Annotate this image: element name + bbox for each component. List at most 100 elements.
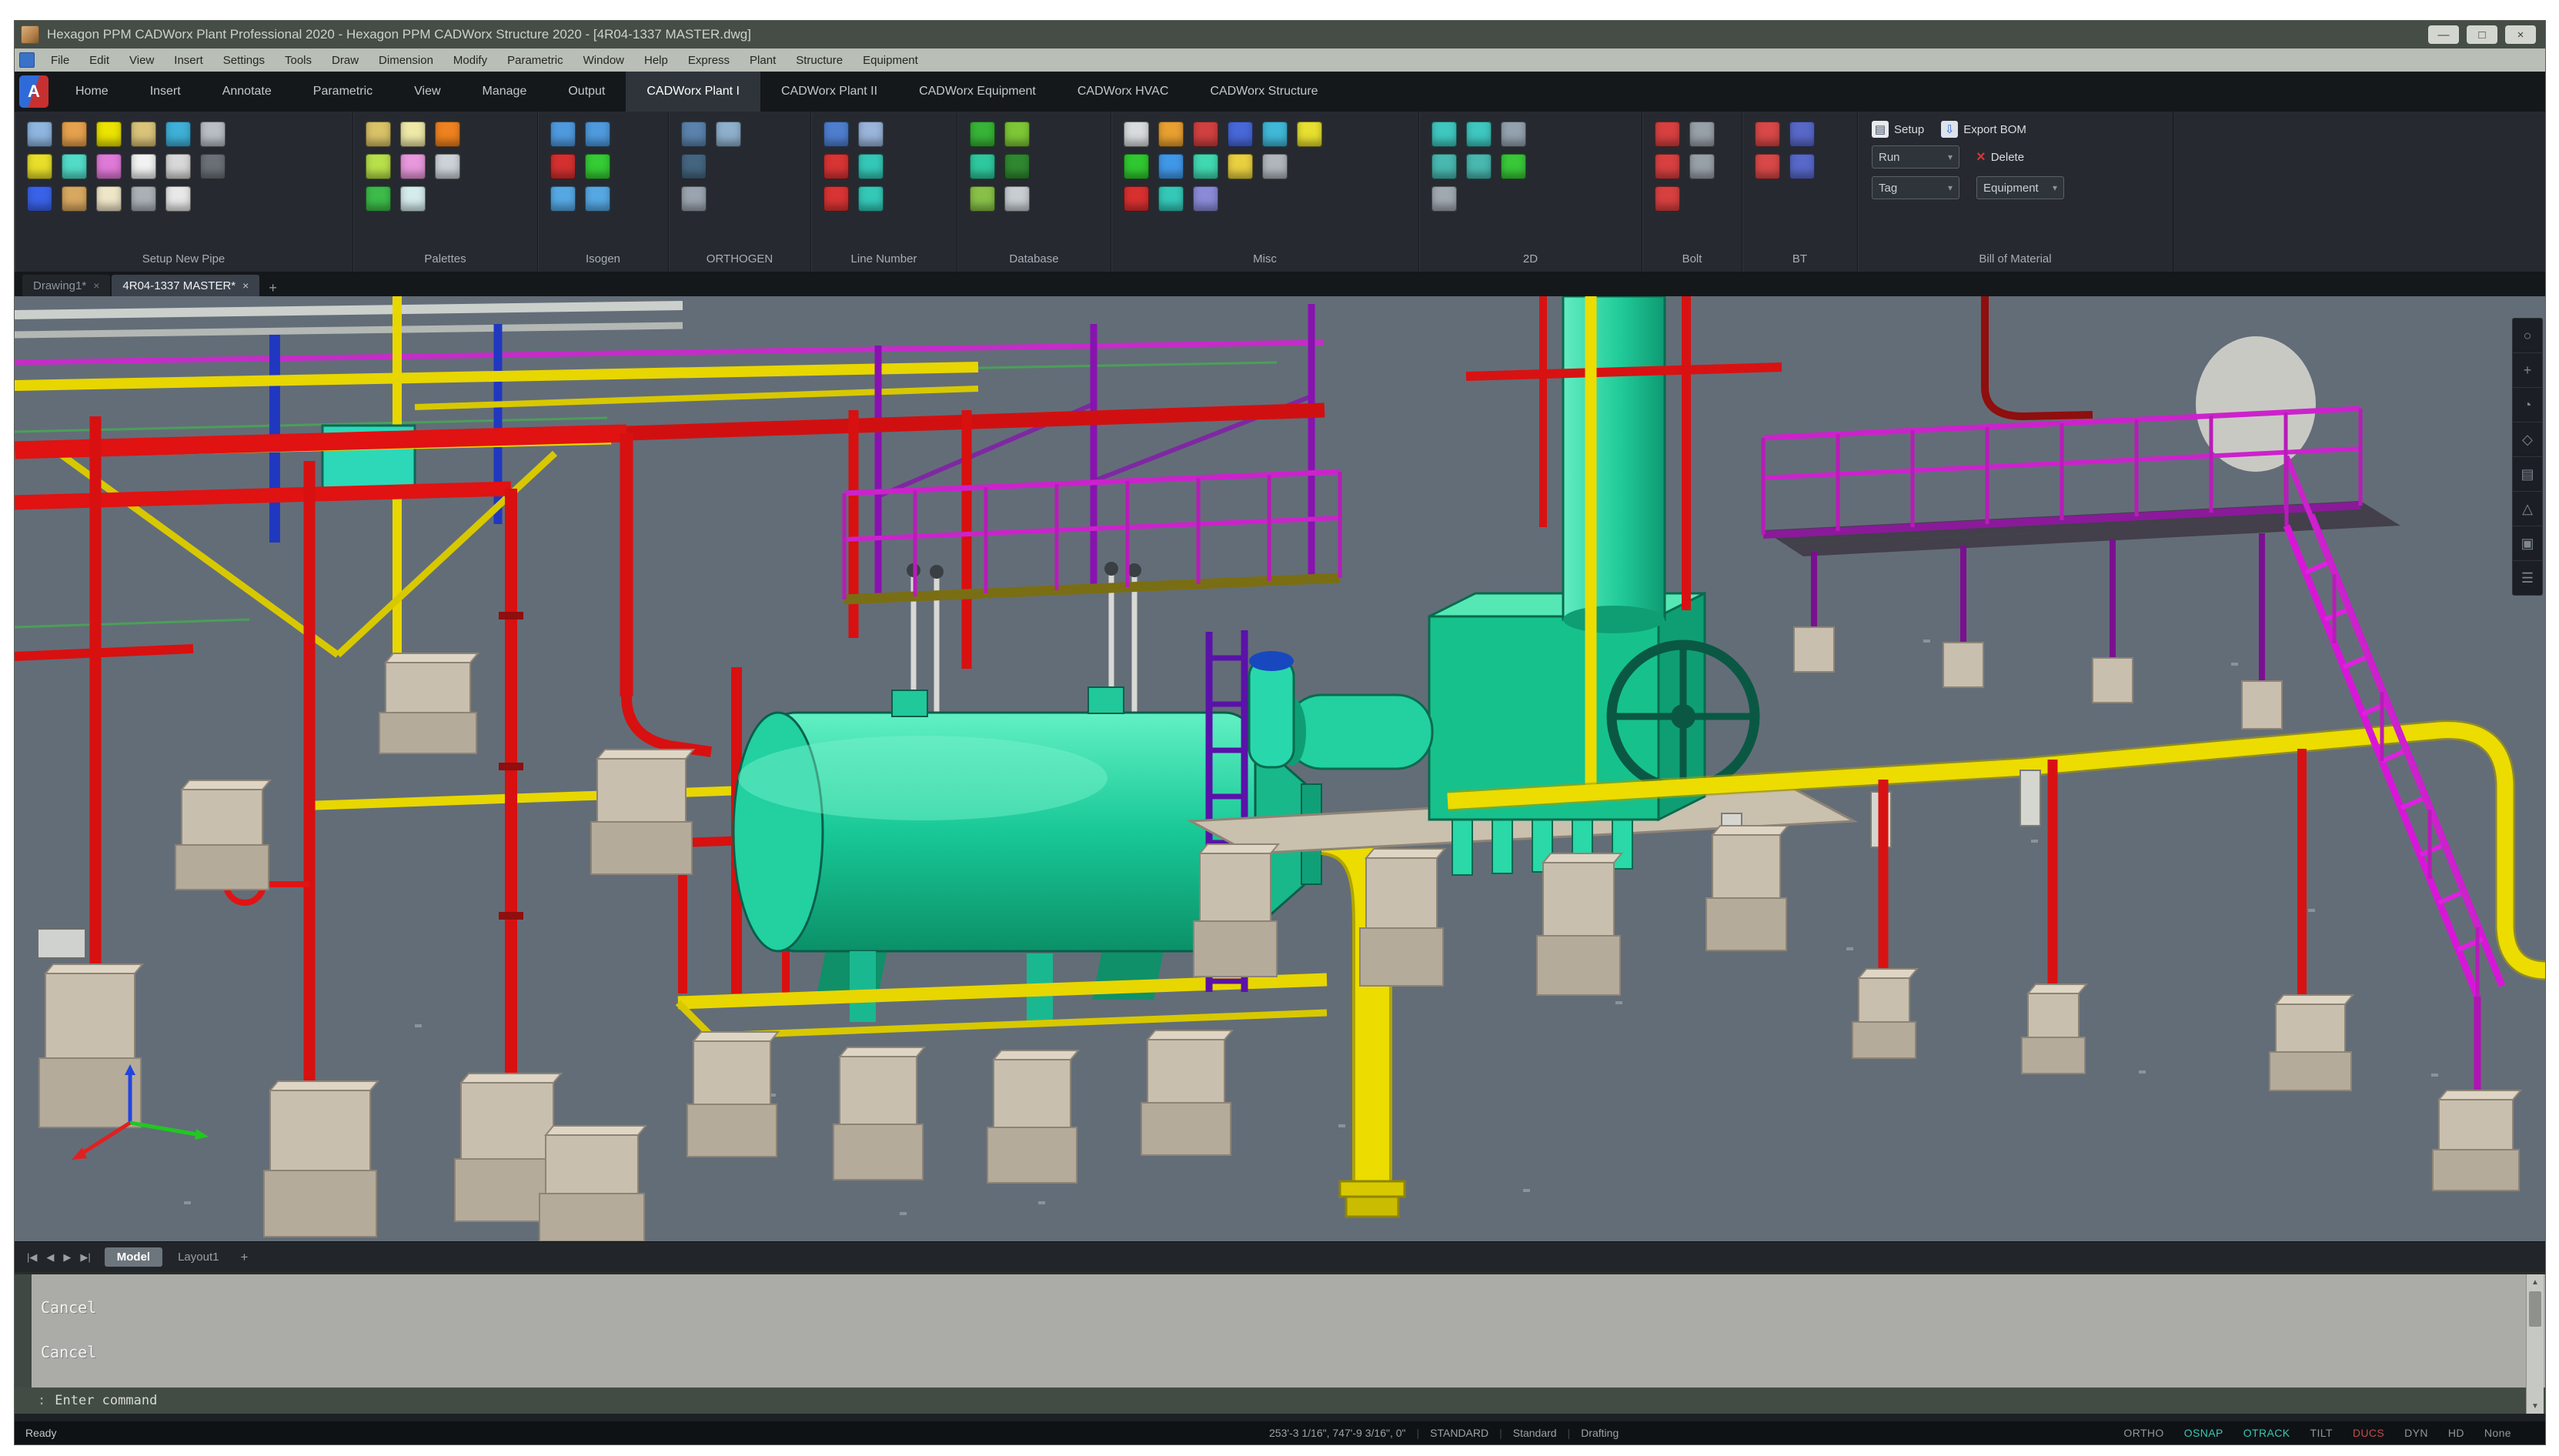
ribbon-tool-icon[interactable]: [435, 154, 460, 179]
ribbon-tool-icon[interactable]: [858, 186, 884, 212]
command-prompt[interactable]: : Enter command: [15, 1388, 2545, 1414]
ribbon-tab-cadworx-hvac[interactable]: CADWorx HVAC: [1057, 72, 1190, 112]
drawing-tab[interactable]: Drawing1*×: [22, 275, 110, 296]
ribbon-tool-icon[interactable]: [1262, 154, 1288, 179]
minimize-button[interactable]: —: [2428, 25, 2459, 44]
layout-nav-icon[interactable]: ▶: [58, 1251, 75, 1264]
measure-icon[interactable]: △: [2513, 492, 2542, 526]
ribbon-tab-cadworx-structure[interactable]: CADWorx Structure: [1189, 72, 1338, 112]
layout-tab-layout1[interactable]: Layout1: [165, 1247, 231, 1267]
view-cube-icon[interactable]: ◇: [2513, 422, 2542, 457]
command-window[interactable]: CancelCancel : Enter command ▲ ▼: [15, 1272, 2545, 1414]
ribbon-tool-icon[interactable]: [96, 154, 122, 179]
ribbon-tool-icon[interactable]: [1124, 122, 1149, 147]
add-layout-button[interactable]: +: [234, 1250, 254, 1265]
ribbon-tool-icon[interactable]: [970, 154, 995, 179]
status-toggle-tilt[interactable]: TILT: [2310, 1427, 2333, 1439]
bom-export-button[interactable]: ⇩ Export BOM: [1941, 121, 2026, 138]
ribbon-tool-icon[interactable]: [1501, 154, 1526, 179]
ribbon-tool-icon[interactable]: [1158, 154, 1184, 179]
menu-app-icon[interactable]: [19, 52, 35, 68]
ribbon-tool-icon[interactable]: [62, 122, 87, 147]
menu-item-help[interactable]: Help: [634, 48, 678, 72]
ribbon-tool-icon[interactable]: [366, 122, 391, 147]
ribbon-tab-cadworx-plant-i[interactable]: CADWorx Plant I: [626, 72, 760, 112]
scroll-up-icon[interactable]: ▲: [2527, 1274, 2544, 1290]
new-drawing-tab-button[interactable]: +: [261, 280, 285, 296]
ribbon-tab-output[interactable]: Output: [547, 72, 626, 112]
ribbon-tool-icon[interactable]: [1158, 186, 1184, 212]
ribbon-tab-annotate[interactable]: Annotate: [202, 72, 292, 112]
ribbon-tool-icon[interactable]: [1655, 122, 1680, 147]
ribbon-tool-icon[interactable]: [585, 154, 610, 179]
ribbon-tool-icon[interactable]: [96, 186, 122, 212]
bom-run-dropdown[interactable]: Run▾: [1872, 145, 1959, 169]
ribbon-tool-icon[interactable]: [165, 186, 191, 212]
ribbon-tool-icon[interactable]: [366, 154, 391, 179]
ribbon-tool-icon[interactable]: [585, 186, 610, 212]
menu-item-express[interactable]: Express: [678, 48, 740, 72]
ribbon-tool-icon[interactable]: [1124, 154, 1149, 179]
ribbon-tool-icon[interactable]: [858, 122, 884, 147]
dimstyle-indicator[interactable]: STANDARD: [1430, 1427, 1488, 1439]
ribbon-tool-icon[interactable]: [823, 122, 849, 147]
status-toggle-hd[interactable]: HD: [2448, 1427, 2464, 1439]
ribbon-tool-icon[interactable]: [1755, 154, 1780, 179]
ribbon-tool-icon[interactable]: [96, 122, 122, 147]
menu-item-view[interactable]: View: [119, 48, 164, 72]
ribbon-tool-icon[interactable]: [1432, 122, 1457, 147]
pan-icon[interactable]: +: [2513, 353, 2542, 388]
ribbon-tool-icon[interactable]: [1689, 122, 1715, 147]
ribbon-tool-icon[interactable]: [165, 154, 191, 179]
menu-item-parametric[interactable]: Parametric: [497, 48, 573, 72]
ribbon-tool-icon[interactable]: [165, 122, 191, 147]
ribbon-tool-icon[interactable]: [1432, 154, 1457, 179]
ribbon-tab-view[interactable]: View: [393, 72, 461, 112]
ribbon-tool-icon[interactable]: [550, 186, 576, 212]
menu-item-file[interactable]: File: [41, 48, 79, 72]
menu-item-equipment[interactable]: Equipment: [853, 48, 928, 72]
ribbon-tool-icon[interactable]: [1655, 186, 1680, 212]
ribbon-tab-home[interactable]: Home: [55, 72, 129, 112]
command-scrollbar[interactable]: ▲ ▼: [2526, 1274, 2544, 1414]
status-toggle-ortho[interactable]: ORTHO: [2123, 1427, 2163, 1439]
ribbon-tab-insert[interactable]: Insert: [129, 72, 202, 112]
ribbon-tool-icon[interactable]: [131, 122, 156, 147]
ribbon-tool-icon[interactable]: [1004, 122, 1030, 147]
menu-item-edit[interactable]: Edit: [79, 48, 119, 72]
ribbon-tool-icon[interactable]: [550, 122, 576, 147]
ribbon-tool-icon[interactable]: [1655, 154, 1680, 179]
ribbon-tool-icon[interactable]: [1755, 122, 1780, 147]
textstyle-indicator[interactable]: Standard: [1513, 1427, 1557, 1439]
ribbon-tab-cadworx-equipment[interactable]: CADWorx Equipment: [898, 72, 1057, 112]
section-icon[interactable]: ▣: [2513, 526, 2542, 561]
layers-icon[interactable]: ▤: [2513, 457, 2542, 492]
ribbon-tool-icon[interactable]: [400, 122, 426, 147]
menu-item-dimension[interactable]: Dimension: [369, 48, 443, 72]
settings-icon[interactable]: ☰: [2513, 561, 2542, 595]
menu-item-window[interactable]: Window: [573, 48, 634, 72]
scrollbar-thumb[interactable]: [2529, 1291, 2541, 1327]
ribbon-tool-icon[interactable]: [585, 122, 610, 147]
menu-item-modify[interactable]: Modify: [443, 48, 497, 72]
layout-nav-icon[interactable]: ◀: [42, 1251, 58, 1264]
bom-tag-dropdown[interactable]: Tag▾: [1872, 176, 1959, 199]
ribbon-tool-icon[interactable]: [970, 186, 995, 212]
ribbon-tool-icon[interactable]: [1004, 154, 1030, 179]
ribbon-tool-icon[interactable]: [1501, 122, 1526, 147]
ribbon-tool-icon[interactable]: [681, 186, 707, 212]
ribbon-tool-icon[interactable]: [1193, 154, 1218, 179]
model-viewport[interactable]: ○+◔◇▤△▣☰: [15, 296, 2545, 1241]
ribbon-tool-icon[interactable]: [1228, 154, 1253, 179]
menu-item-insert[interactable]: Insert: [164, 48, 213, 72]
layout-nav-icon[interactable]: ▶|: [75, 1251, 95, 1264]
close-icon[interactable]: ×: [93, 279, 99, 292]
status-toggle-dyn[interactable]: DYN: [2404, 1427, 2428, 1439]
ribbon-tool-icon[interactable]: [1124, 186, 1149, 212]
ribbon-tool-icon[interactable]: [62, 154, 87, 179]
ribbon-tool-icon[interactable]: [550, 154, 576, 179]
ribbon-tool-icon[interactable]: [1193, 122, 1218, 147]
maximize-button[interactable]: □: [2467, 25, 2497, 44]
ribbon-tool-icon[interactable]: [1228, 122, 1253, 147]
ribbon-tool-icon[interactable]: [823, 186, 849, 212]
